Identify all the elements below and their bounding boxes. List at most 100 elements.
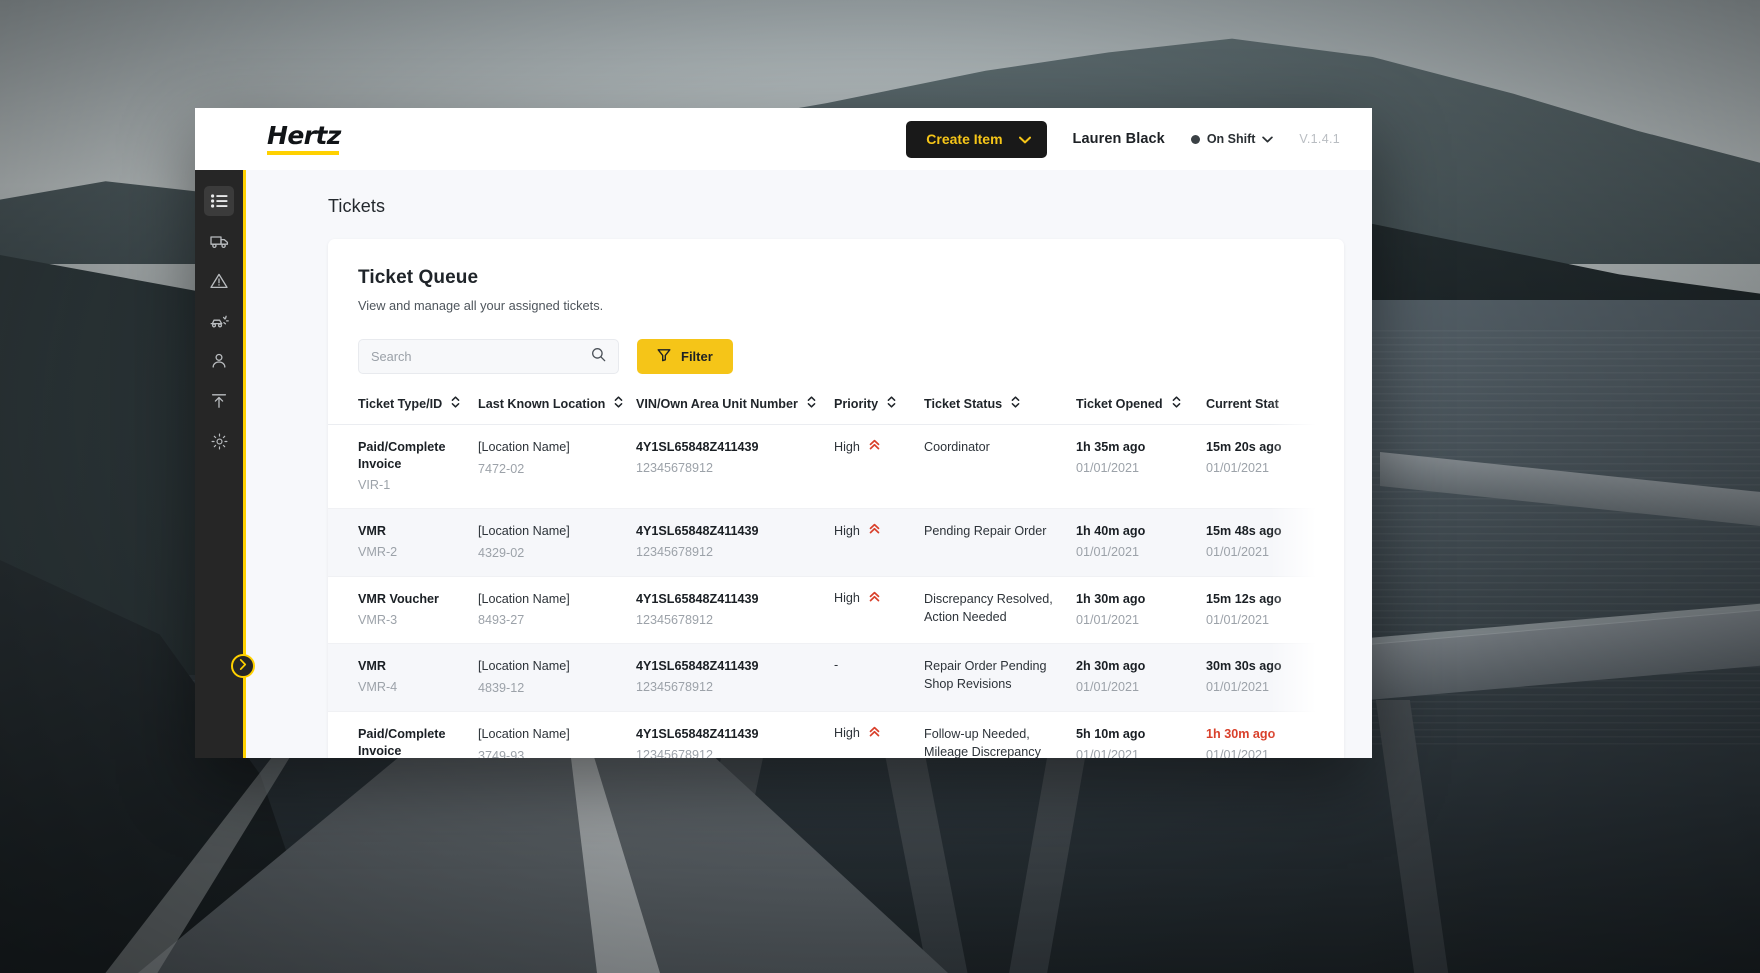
vin-secondary: 12345678912 bbox=[636, 680, 714, 695]
logo-plate: Hertz bbox=[195, 108, 409, 170]
ticket-type-primary: VMR bbox=[358, 659, 386, 674]
ticket-type-cell: VMR Voucher VMR-3 bbox=[328, 576, 478, 645]
sort-icon[interactable] bbox=[614, 396, 623, 411]
ticket-type-primary: Paid/Complete Invoice bbox=[358, 726, 446, 758]
sort-icon[interactable] bbox=[1172, 396, 1181, 411]
table-row[interactable]: Paid/Complete InvoiceVMR-5[Location Name… bbox=[328, 711, 1344, 758]
ticket-type-cell: VMR VMR-2 bbox=[328, 508, 478, 577]
shift-status-dropdown[interactable]: On Shift bbox=[1190, 132, 1274, 146]
create-item-button[interactable]: Create Item bbox=[906, 120, 1047, 158]
column-header-4[interactable]: Ticket Status bbox=[924, 396, 1076, 425]
current-status-cell: 15m 20s ago 01/01/2021 bbox=[1206, 424, 1338, 509]
column-header-label: Current Stat bbox=[1206, 396, 1279, 411]
table-row[interactable]: VMR VMR-4 [Location Name] 4839-12 4Y1SL65848… bbox=[328, 643, 1344, 712]
current-status-primary: 30m 30s ago bbox=[1206, 659, 1282, 674]
high-arrow-icon bbox=[869, 523, 880, 538]
column-header-5[interactable]: Ticket Opened bbox=[1076, 396, 1206, 425]
column-header-label: Ticket Opened bbox=[1076, 396, 1163, 411]
table-row[interactable]: VMR Voucher VMR-3 [Location Name] 8493-27 4Y… bbox=[328, 576, 1344, 645]
current-status-secondary: 01/01/2021 bbox=[1206, 461, 1270, 475]
ticket-type-cell: Paid/Complete Invoice VIR-1 bbox=[328, 424, 478, 509]
sidebar-item-profile[interactable] bbox=[204, 346, 234, 376]
ticket-opened-primary: 1h 30m ago bbox=[1076, 591, 1146, 606]
column-header-label: Ticket Type/ID bbox=[358, 396, 443, 411]
gear-icon bbox=[211, 433, 228, 450]
ticket-opened-secondary: 01/01/2021 bbox=[1076, 680, 1140, 695]
current-status-secondary: 01/01/2021 bbox=[1206, 612, 1270, 627]
table-row[interactable]: Paid/Complete Invoice VIR-1 [Location Name… bbox=[328, 424, 1344, 509]
chevron-down-icon bbox=[1018, 131, 1031, 147]
search-icon[interactable] bbox=[591, 347, 606, 367]
table-controls: Filter bbox=[328, 313, 1344, 374]
location-name: [Location Name] bbox=[478, 524, 570, 538]
column-header-6: Current Stat bbox=[1206, 396, 1338, 425]
column-header-label: Priority bbox=[834, 396, 879, 411]
search-input[interactable] bbox=[371, 349, 591, 364]
vin-cell: 4Y1SL65848Z411439 12345678912 bbox=[636, 508, 834, 577]
high-arrow-icon bbox=[869, 439, 880, 454]
sidebar-toggle-button[interactable] bbox=[231, 654, 255, 678]
location-cell: [Location Name] 7472-02 bbox=[478, 424, 636, 509]
priority-label: - bbox=[834, 658, 839, 673]
ticket-type-primary: Paid/Complete Invoice bbox=[358, 440, 446, 471]
sidebar-item-upload[interactable] bbox=[204, 386, 234, 416]
ticket-status-label: Coordinator bbox=[924, 440, 990, 454]
ticket-opened-primary: 2h 30m ago bbox=[1076, 659, 1146, 674]
shift-status-label: On Shift bbox=[1206, 132, 1256, 146]
vin-primary: 4Y1SL65848Z411439 bbox=[636, 524, 759, 538]
row-menu-button[interactable]: ••• bbox=[1338, 438, 1344, 457]
row-menu-button[interactable]: ••• bbox=[1338, 522, 1344, 541]
vin-secondary: 12345678912 bbox=[636, 461, 714, 475]
app-version: V.1.4.1 bbox=[1299, 132, 1340, 146]
car-damage-icon bbox=[210, 314, 229, 329]
priority-cell: - bbox=[834, 643, 924, 712]
ticket-type-cell: VMR VMR-4 bbox=[328, 643, 478, 712]
column-header-label: Last Known Location bbox=[478, 396, 606, 411]
row-actions-cell: ••• bbox=[1338, 424, 1344, 509]
location-name: [Location Name] bbox=[478, 440, 570, 454]
sidebar-item-damage[interactable] bbox=[204, 306, 234, 336]
ticket-opened-primary: 1h 40m ago bbox=[1076, 524, 1146, 538]
high-arrow-icon bbox=[869, 591, 880, 606]
row-actions-cell: ••• bbox=[1338, 711, 1344, 758]
table-row[interactable]: VMR VMR-2 [Location Name] 4329-02 4Y1SL65848… bbox=[328, 508, 1344, 577]
column-header-3[interactable]: Priority bbox=[834, 396, 924, 425]
current-status-cell: 30m 30s ago 01/01/2021 bbox=[1206, 643, 1338, 712]
sidebar-item-alerts[interactable] bbox=[204, 266, 234, 296]
column-header-1[interactable]: Last Known Location bbox=[478, 396, 636, 425]
row-menu-button[interactable]: ••• bbox=[1338, 657, 1344, 676]
ticket-opened-secondary: 01/01/2021 bbox=[1076, 747, 1140, 758]
column-header-0[interactable]: Ticket Type/ID bbox=[328, 396, 478, 425]
sort-icon[interactable] bbox=[807, 396, 816, 411]
filter-button[interactable]: Filter bbox=[637, 339, 733, 374]
sidebar bbox=[195, 170, 255, 758]
ticket-status-label: Pending Repair Order bbox=[924, 524, 1047, 538]
column-header-2[interactable]: VIN/Own Area Unit Number bbox=[636, 396, 834, 425]
sort-icon[interactable] bbox=[451, 396, 460, 411]
ticket-status-label: Repair Order Pending Shop Revisions bbox=[924, 659, 1047, 692]
search-box[interactable] bbox=[358, 339, 619, 374]
sidebar-item-settings[interactable] bbox=[204, 426, 234, 456]
chevron-down-icon bbox=[1262, 132, 1274, 146]
sidebar-item-fleet[interactable] bbox=[204, 226, 234, 256]
ticket-opened-cell: 2h 30m ago 01/01/2021 bbox=[1076, 643, 1206, 712]
app-window: Hertz Create Item Lauren Black On Shift … bbox=[195, 108, 1372, 758]
current-status-cell: 1h 30m ago 01/01/2021 bbox=[1206, 711, 1338, 758]
row-menu-button[interactable]: ••• bbox=[1338, 590, 1344, 609]
current-status-cell: 15m 12s ago 01/01/2021 bbox=[1206, 576, 1338, 645]
sort-icon[interactable] bbox=[1011, 396, 1020, 411]
ticket-type-secondary: VMR-2 bbox=[358, 545, 398, 559]
page-title: Tickets bbox=[328, 196, 386, 216]
hertz-logo[interactable]: Hertz bbox=[267, 123, 341, 155]
location-code: 3749-93 bbox=[478, 748, 525, 759]
sidebar-item-tickets[interactable] bbox=[204, 186, 234, 216]
ticket-type-secondary: VIR-1 bbox=[358, 478, 391, 492]
current-status-secondary: 01/01/2021 bbox=[1206, 545, 1270, 559]
ticket-status-cell: Coordinator bbox=[924, 424, 1076, 509]
sort-icon[interactable] bbox=[887, 396, 896, 411]
app-header: Hertz Create Item Lauren Black On Shift … bbox=[195, 108, 1372, 170]
row-menu-button[interactable]: ••• bbox=[1338, 725, 1344, 744]
app-body: Tickets Ticket Queue View and manage all… bbox=[195, 170, 1372, 758]
card-subtitle: View and manage all your assigned ticket… bbox=[358, 298, 604, 313]
vin-primary: 4Y1SL65848Z411439 bbox=[636, 440, 759, 454]
